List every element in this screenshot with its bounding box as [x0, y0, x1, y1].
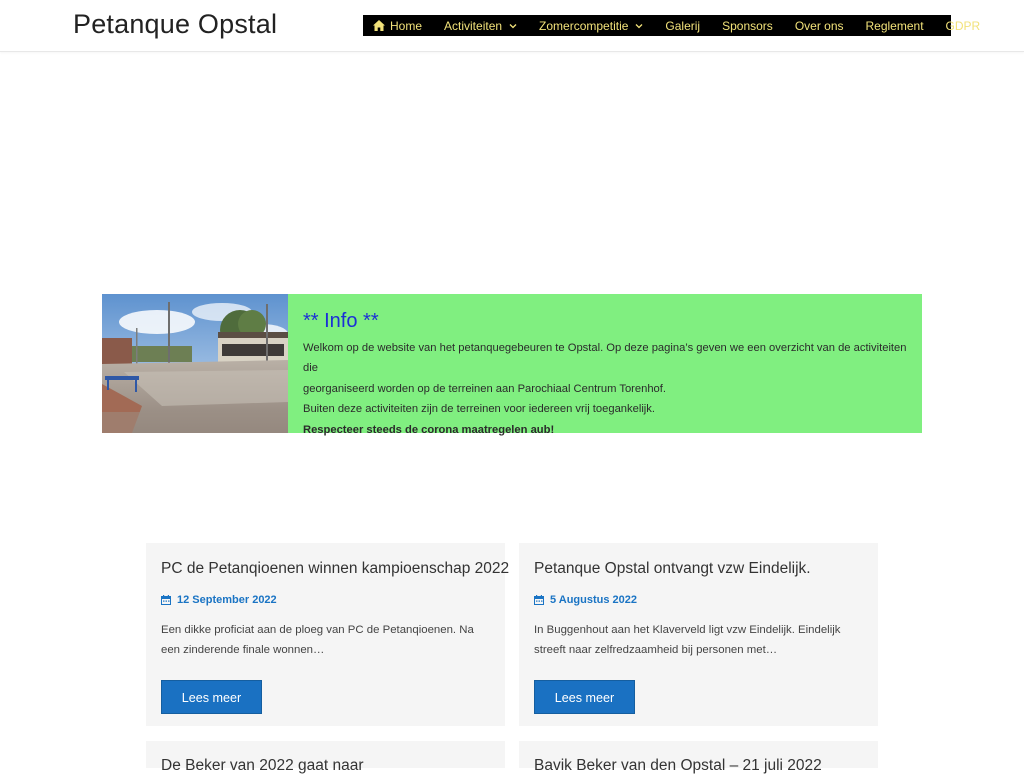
calendar-icon	[161, 595, 171, 605]
calendar-icon	[534, 595, 544, 605]
post-title[interactable]: Bavik Beker van den Opstal – 21 juli 202…	[534, 757, 863, 775]
chevron-down-icon	[509, 23, 517, 28]
nav-item-label: Over ons	[794, 18, 844, 33]
post-date-text: 5 Augustus 2022	[550, 594, 638, 606]
read-more-button[interactable]: Lees meer	[534, 680, 635, 714]
nav-item-sponsors[interactable]: Sponsors	[722, 15, 773, 36]
read-more-button[interactable]: Lees meer	[161, 680, 262, 714]
petanque-court-photo	[102, 294, 288, 433]
post-date[interactable]: 5 Augustus 2022	[534, 594, 863, 606]
post-title[interactable]: PC de Petanqioenen winnen kampioenschap …	[161, 560, 509, 578]
nav-item-galerij[interactable]: Galerij	[665, 15, 700, 36]
info-paragraph: Welkom op de website van het petanquegeb…	[303, 342, 907, 375]
nav-item-label: Home	[390, 18, 423, 33]
post-date[interactable]: 12 September 2022	[161, 594, 490, 606]
info-corona-notice: Respecteer steeds de corona maatregelen …	[303, 423, 555, 436]
info-banner: ** Info ** Welkom op de website van het …	[102, 294, 922, 436]
info-content: ** Info ** Welkom op de website van het …	[288, 294, 922, 436]
post-excerpt: Een dikke proficiat aan de ploeg van PC …	[161, 624, 474, 656]
nav-item-label: Activiteiten	[444, 18, 503, 33]
nav-item-reglement[interactable]: Reglement	[866, 15, 924, 36]
main-navigation: Home Activiteiten Zomercompetitie Galeri…	[363, 15, 980, 36]
info-paragraph: georganiseerd worden op de terreinen aan…	[303, 382, 666, 395]
site-title[interactable]: Petanque Opstal	[73, 9, 277, 40]
info-title: ** Info **	[303, 310, 379, 332]
info-paragraph: Buiten deze activiteiten zijn de terrein…	[303, 403, 655, 416]
nav-item-home[interactable]: Home	[373, 15, 422, 36]
post-card: Bavik Beker van den Opstal – 21 juli 202…	[519, 741, 878, 774]
chevron-down-icon	[635, 23, 643, 28]
site-header: Petanque Opstal Home Activiteiten Zomerc…	[0, 0, 1024, 52]
nav-item-activiteiten[interactable]: Activiteiten	[444, 15, 517, 36]
post-card: Petanque Opstal ontvangt vzw Eindelijk. …	[519, 543, 878, 726]
nav-item-label: Galerij	[665, 18, 701, 33]
post-title[interactable]: De Beker van 2022 gaat naar	[161, 757, 490, 775]
home-icon	[373, 20, 385, 31]
nav-item-label: GDPR	[945, 18, 981, 33]
nav-item-label: Zomercompetitie	[539, 18, 629, 33]
petanque-court-image	[102, 294, 288, 433]
nav-item-gdpr[interactable]: GDPR	[946, 15, 981, 36]
post-card: De Beker van 2022 gaat naar	[146, 741, 505, 774]
nav-item-label: Reglement	[865, 18, 924, 33]
post-date-text: 12 September 2022	[177, 594, 277, 606]
nav-item-zomercompetitie[interactable]: Zomercompetitie	[539, 15, 643, 36]
post-excerpt: In Buggenhout aan het Klaverveld ligt vz…	[534, 624, 841, 656]
post-card: PC de Petanqioenen winnen kampioenschap …	[146, 543, 509, 726]
post-title[interactable]: Petanque Opstal ontvangt vzw Eindelijk.	[534, 560, 863, 578]
nav-item-over-ons[interactable]: Over ons	[795, 15, 844, 36]
nav-item-label: Sponsors	[722, 18, 773, 33]
